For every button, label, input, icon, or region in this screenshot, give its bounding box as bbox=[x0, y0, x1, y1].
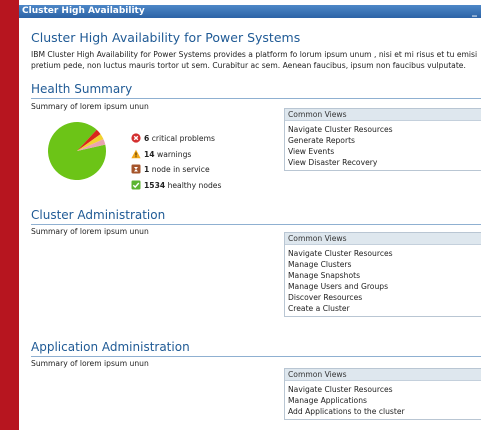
health-views-header: Common Views bbox=[285, 109, 481, 121]
app-admin-divider bbox=[31, 356, 481, 357]
stat-in-service-label: 1 node in service bbox=[144, 164, 210, 175]
view-manage-users-groups[interactable]: Manage Users and Groups bbox=[288, 281, 481, 292]
cluster-admin-title: Cluster Administration bbox=[31, 208, 166, 222]
health-views-list: Navigate Cluster Resources Generate Repo… bbox=[285, 121, 481, 170]
intro-line-1: IBM Cluster High Availability for Power … bbox=[31, 50, 478, 59]
intro-text: IBM Cluster High Availability for Power … bbox=[31, 49, 481, 71]
cluster-admin-common-views: Common Views Navigate Cluster Resources … bbox=[284, 232, 481, 317]
stat-warnings-count: 14 bbox=[144, 149, 155, 159]
cluster-admin-summary: Summary of lorem ipsum unun bbox=[31, 227, 149, 236]
stat-critical-label: 6 critical problems bbox=[144, 133, 215, 144]
stat-healthy-text: healthy nodes bbox=[167, 180, 222, 190]
cluster-admin-views-list: Navigate Cluster Resources Manage Cluste… bbox=[285, 245, 481, 316]
window-frame-left bbox=[0, 0, 19, 430]
health-summary-title: Health Summary bbox=[31, 82, 133, 96]
health-summary-text: Summary of lorem ipsum unun bbox=[31, 102, 149, 111]
view-add-applications[interactable]: Add Applications to the cluster bbox=[288, 406, 481, 417]
healthy-check-icon bbox=[131, 180, 141, 189]
view-create-cluster[interactable]: Create a Cluster bbox=[288, 303, 481, 314]
cluster-admin-divider bbox=[31, 224, 481, 225]
view-navigate-cluster-resources[interactable]: Navigate Cluster Resources bbox=[288, 248, 481, 259]
app-admin-common-views: Common Views Navigate Cluster Resources … bbox=[284, 368, 481, 420]
view-discover-resources[interactable]: Discover Resources bbox=[288, 292, 481, 303]
main-content: Cluster High Availability for Power Syst… bbox=[31, 18, 481, 430]
window-title: Cluster High Availability bbox=[22, 6, 145, 16]
stat-healthy-label: 1534 healthy nodes bbox=[144, 180, 221, 191]
stat-critical-text: critical problems bbox=[151, 134, 215, 143]
view-navigate-cluster-resources[interactable]: Navigate Cluster Resources bbox=[288, 124, 481, 135]
critical-error-icon bbox=[131, 133, 141, 143]
stat-warnings-text: warnings bbox=[157, 149, 192, 159]
view-disaster-recovery[interactable]: View Disaster Recovery bbox=[288, 157, 481, 168]
view-generate-reports[interactable]: Generate Reports bbox=[288, 135, 481, 146]
in-service-icon bbox=[131, 164, 141, 174]
view-navigate-cluster-resources[interactable]: Navigate Cluster Resources bbox=[288, 384, 481, 395]
intro-line-2: pretium pede, non luctus mauris tortor u… bbox=[31, 61, 466, 70]
health-common-views: Common Views Navigate Cluster Resources … bbox=[284, 108, 481, 171]
minimize-button[interactable]: _ bbox=[472, 5, 477, 18]
health-pie-chart bbox=[48, 122, 106, 180]
view-manage-clusters[interactable]: Manage Clusters bbox=[288, 259, 481, 270]
window-titlebar[interactable]: Cluster High Availability _ bbox=[19, 5, 481, 18]
app-admin-title: Application Administration bbox=[31, 340, 190, 354]
cluster-admin-views-header: Common Views bbox=[285, 233, 481, 245]
stat-in-service-text: node in service bbox=[151, 165, 210, 174]
stat-warnings-label: 14 warnings bbox=[144, 149, 191, 160]
health-summary-divider bbox=[31, 98, 481, 99]
app-admin-summary: Summary of lorem ipsum unun bbox=[31, 359, 149, 368]
app-admin-views-list: Navigate Cluster Resources Manage Applic… bbox=[285, 381, 481, 419]
page-title: Cluster High Availability for Power Syst… bbox=[31, 30, 301, 45]
stat-healthy-count: 1534 bbox=[144, 180, 166, 190]
view-manage-applications[interactable]: Manage Applications bbox=[288, 395, 481, 406]
view-events[interactable]: View Events bbox=[288, 146, 481, 157]
view-manage-snapshots[interactable]: Manage Snapshots bbox=[288, 270, 481, 281]
app-admin-views-header: Common Views bbox=[285, 369, 481, 381]
stat-critical-count: 6 bbox=[144, 134, 150, 143]
warning-icon bbox=[131, 149, 141, 158]
stat-in-service-count: 1 bbox=[144, 165, 150, 174]
